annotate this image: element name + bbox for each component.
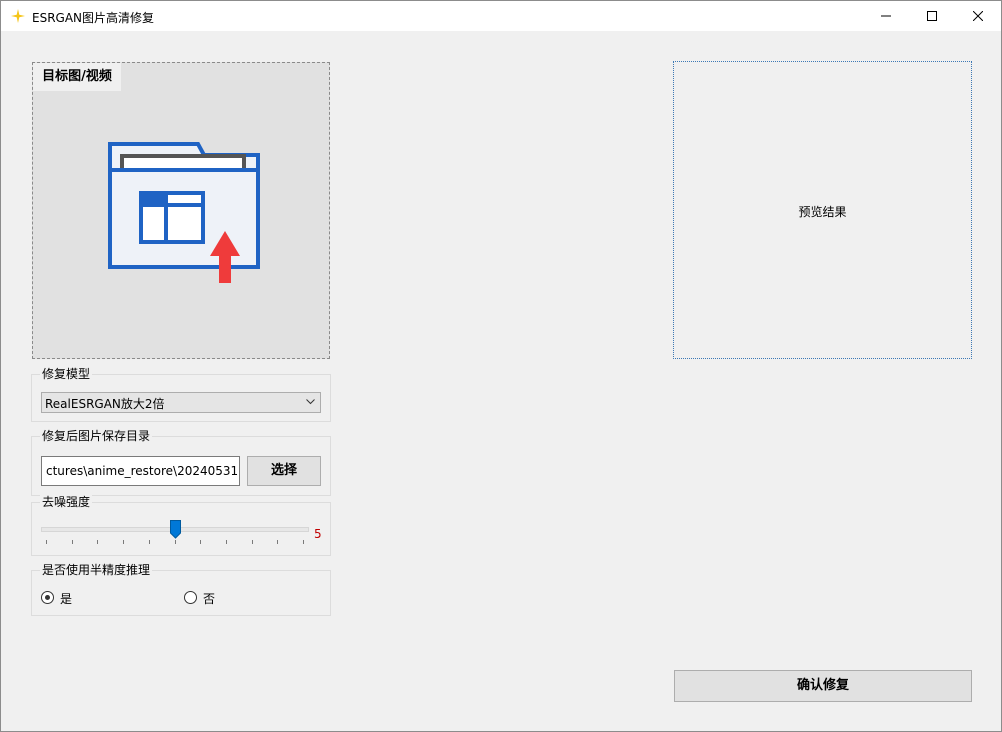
- radio-label-no: 否: [203, 592, 216, 606]
- slider-tick: [71, 540, 73, 544]
- denoise-slider-thumb[interactable]: [169, 520, 181, 539]
- slider-tick: [148, 540, 150, 544]
- sparkle-icon: [11, 9, 25, 23]
- close-icon: [973, 11, 983, 21]
- target-label: 目标图/视频: [33, 63, 121, 91]
- maximize-button[interactable]: [909, 1, 955, 31]
- model-select-value: RealESRGAN放大2倍: [45, 397, 165, 411]
- save-dir-group: 修复后图片保存目录 ctures\anime_restore\20240531 …: [31, 429, 331, 496]
- slider-tick: [174, 540, 176, 544]
- save-dir-input[interactable]: ctures\anime_restore\20240531: [41, 456, 240, 486]
- model-select[interactable]: RealESRGAN放大2倍: [41, 392, 321, 413]
- maximize-icon: [927, 11, 937, 21]
- choose-dir-button[interactable]: 选择: [247, 456, 321, 486]
- slider-tick: [123, 540, 125, 544]
- radio-label-yes: 是: [60, 592, 73, 606]
- folder-upload-icon: [108, 142, 260, 283]
- model-group-title: 修复模型: [40, 367, 93, 381]
- save-dir-group-title: 修复后图片保存目录: [40, 429, 153, 443]
- radio-dot: [45, 595, 50, 600]
- slider-tick: [97, 540, 99, 544]
- chevron-down-icon: [306, 399, 315, 405]
- app-window: ESRGAN图片高清修复 目标图/视频 预览结果 修复模型 RealESRGAN…: [0, 0, 1002, 732]
- close-button[interactable]: [955, 1, 1001, 31]
- preview-area: 预览结果: [673, 61, 972, 359]
- preview-placeholder: 预览结果: [798, 205, 847, 219]
- slider-tick: [277, 540, 279, 544]
- half-precision-group: 是否使用半精度推理 是 否: [31, 563, 331, 616]
- window-title: ESRGAN图片高清修复: [32, 11, 155, 25]
- slider-tick: [200, 540, 202, 544]
- denoise-value: 5: [314, 527, 322, 541]
- minimize-icon: [881, 15, 891, 17]
- radio-circle: [184, 591, 197, 604]
- target-drop-zone[interactable]: 目标图/视频: [32, 62, 330, 359]
- slider-tick: [251, 540, 253, 544]
- slider-tick: [303, 540, 304, 544]
- save-dir-path: ctures\anime_restore\20240531: [46, 464, 239, 478]
- slider-tick: [225, 540, 227, 544]
- radio-circle: [41, 591, 54, 604]
- title-bar[interactable]: ESRGAN图片高清修复: [1, 1, 1001, 31]
- slider-tick: [46, 540, 47, 544]
- minimize-button[interactable]: [863, 1, 909, 31]
- confirm-repair-button[interactable]: 确认修复: [674, 670, 972, 702]
- half-precision-group-title: 是否使用半精度推理: [40, 563, 153, 577]
- model-group: 修复模型 RealESRGAN放大2倍: [31, 367, 331, 422]
- denoise-group: 去噪强度 5: [31, 495, 331, 556]
- denoise-group-title: 去噪强度: [40, 495, 93, 509]
